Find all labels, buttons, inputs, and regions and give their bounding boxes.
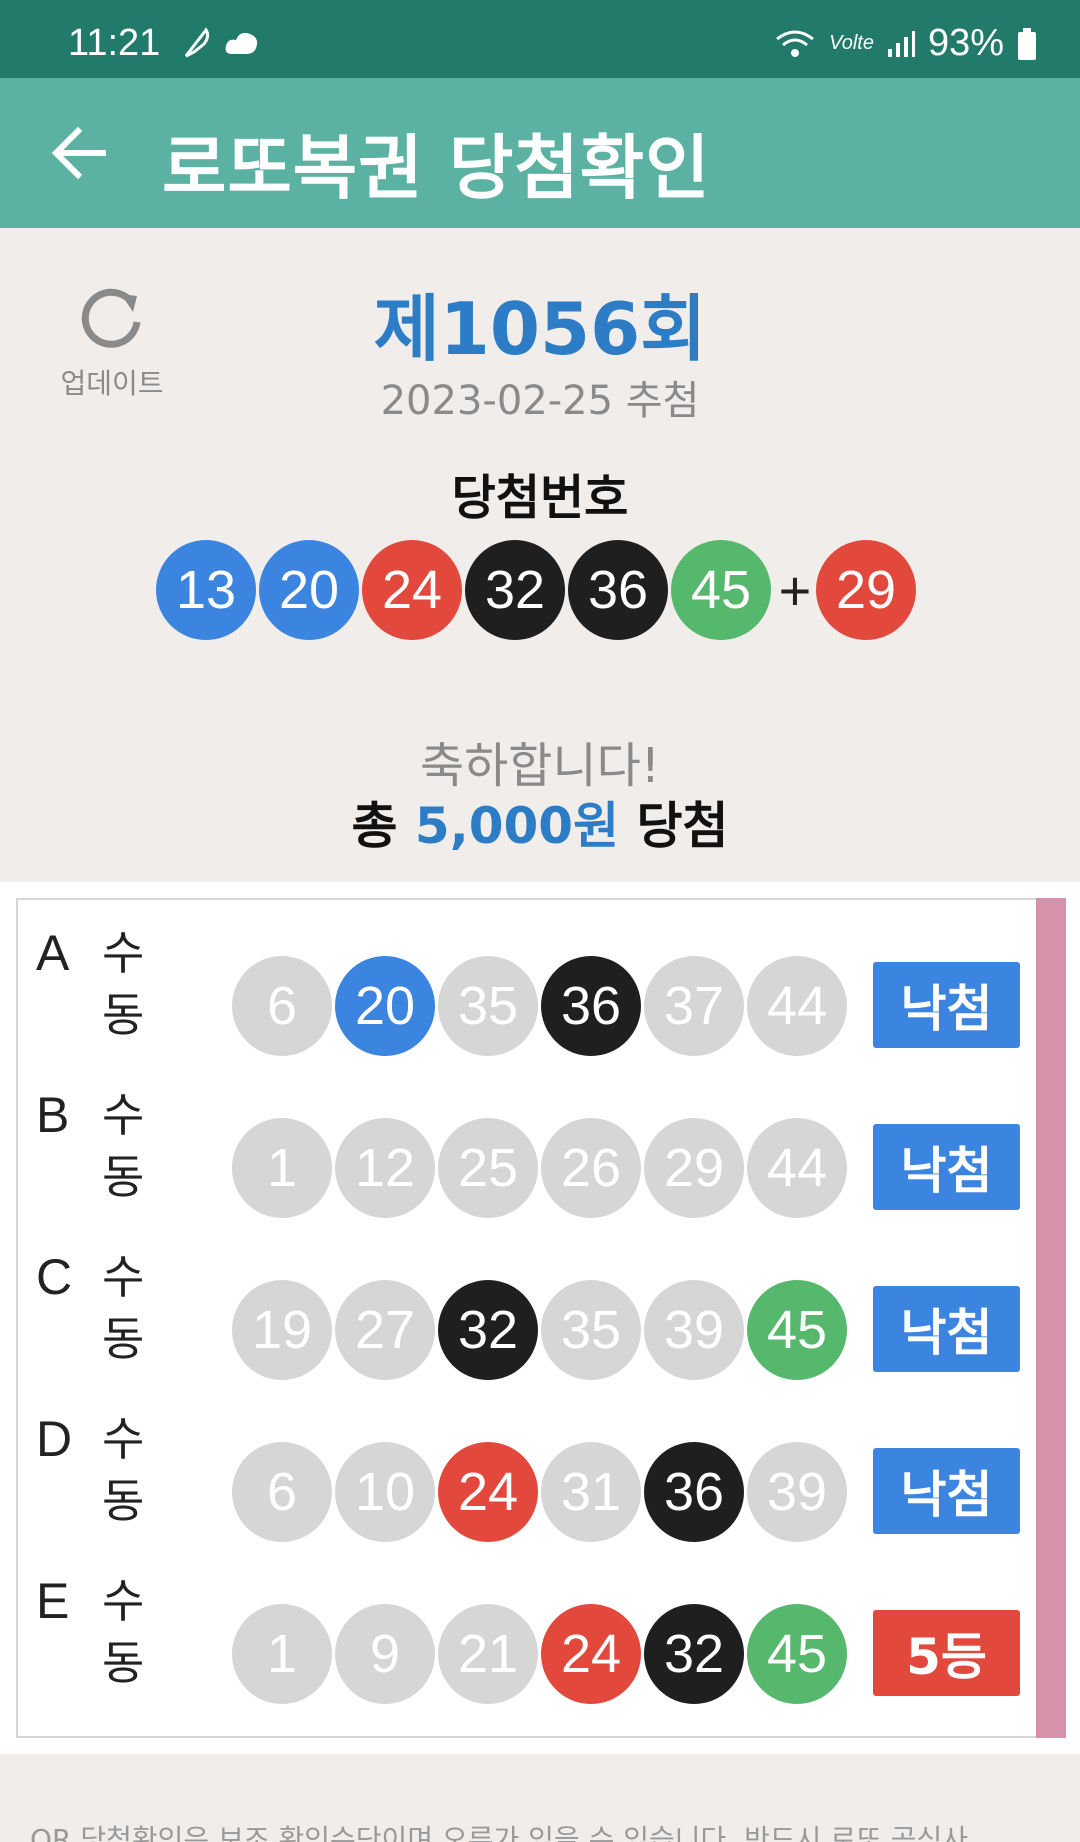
round-title: 제1056회	[373, 287, 707, 371]
ticket-ball: 1	[232, 1604, 332, 1704]
ticket-ball: 10	[335, 1442, 435, 1542]
result-badge[interactable]: 낙첨	[873, 1124, 1020, 1210]
feather-icon	[184, 27, 210, 58]
status-time: 11:21	[68, 22, 161, 64]
ticket-ball: 6	[232, 1442, 332, 1542]
ticket-numbers: 6 10 24 31 36 39	[232, 1442, 850, 1542]
ticket-letter: C	[36, 1249, 73, 1305]
ticket-row: C 수동 19 27 32 35 39 45 낙첨	[16, 1248, 1020, 1380]
ticket-row: A 수동 6 20 35 36 37 44 낙첨	[16, 924, 1020, 1056]
ticket-ball: 20	[335, 956, 435, 1056]
ticket-ball: 27	[335, 1280, 435, 1380]
ticket-ball: 24	[541, 1604, 641, 1704]
ticket-ball: 35	[541, 1280, 641, 1380]
winning-ball: 13	[156, 540, 256, 640]
ticket-ball: 24	[438, 1442, 538, 1542]
winning-numbers-label: 당첨번호	[451, 470, 629, 526]
ticket-ball: 39	[747, 1442, 847, 1542]
ticket-ball: 29	[644, 1118, 744, 1218]
winning-numbers: 13 20 24 32 36 45 + 29	[156, 540, 919, 640]
ticket-ball: 21	[438, 1604, 538, 1704]
total-suffix: 당첨	[636, 797, 729, 855]
ticket-ball: 36	[541, 956, 641, 1056]
ticket-ball: 26	[541, 1118, 641, 1218]
ticket-letter: E	[36, 1573, 70, 1629]
back-button[interactable]	[48, 123, 114, 183]
winning-ball: 20	[259, 540, 359, 640]
ticket-type: 수동	[102, 1412, 145, 1528]
signal-icon	[887, 30, 915, 57]
volte-indicator: Volte	[829, 32, 874, 54]
ticket-numbers: 1 12 25 26 29 44	[232, 1118, 850, 1218]
plus-sign: +	[778, 558, 812, 622]
ticket-type: 수동	[102, 926, 145, 1042]
bonus-ball: 29	[816, 540, 916, 640]
ticket-ball: 36	[644, 1442, 744, 1542]
winning-ball: 32	[465, 540, 565, 640]
battery-percent: 93%	[927, 22, 1004, 64]
result-badge[interactable]: 낙첨	[873, 962, 1020, 1048]
winning-ball: 36	[568, 540, 668, 640]
ticket-letter: A	[36, 925, 70, 981]
ticket-numbers: 1 9 21 24 32 45	[232, 1604, 850, 1704]
result-badge[interactable]: 5등	[873, 1610, 1020, 1696]
ticket-letter: B	[36, 1087, 70, 1143]
ticket-ball: 32	[438, 1280, 538, 1380]
ticket-row: D 수동 6 10 24 31 36 39 낙첨	[16, 1410, 1020, 1542]
ticket-ball: 32	[644, 1604, 744, 1704]
cloud-icon	[225, 32, 258, 54]
ticket-ball: 45	[747, 1604, 847, 1704]
ticket-ball: 12	[335, 1118, 435, 1218]
battery-icon	[1018, 27, 1036, 60]
ticket-ball: 37	[644, 956, 744, 1056]
arrow-left-icon	[51, 126, 106, 180]
page-title: 로또복권 당첨확인	[162, 127, 711, 209]
ticket-numbers: 6 20 35 36 37 44	[232, 956, 850, 1056]
footer-note: QR 당첨확인은 보조 확인수단이며 오류가 있을 수 있습니다. 반드시 로또…	[30, 1823, 968, 1842]
winning-ball: 45	[671, 540, 771, 640]
ticket-ball: 45	[747, 1280, 847, 1380]
total-amount: 5,000원	[414, 797, 620, 855]
ticket-ball: 1	[232, 1118, 332, 1218]
result-badge[interactable]: 낙첨	[873, 1448, 1020, 1534]
ticket-ball: 25	[438, 1118, 538, 1218]
ticket-row: E 수동 1 9 21 24 32 45 5등	[16, 1572, 1020, 1704]
ticket-ball: 44	[747, 956, 847, 1056]
status-bar: 11:21 Volte 93%	[0, 0, 1080, 78]
ticket-ball: 44	[747, 1118, 847, 1218]
ticket-ball: 6	[232, 956, 332, 1056]
ticket-ball: 9	[335, 1604, 435, 1704]
ticket-type: 수동	[102, 1574, 145, 1690]
status-right: Volte 93%	[773, 22, 1038, 65]
total-prefix: 총	[351, 797, 398, 855]
ticket-numbers: 19 27 32 35 39 45	[232, 1280, 850, 1380]
draw-date: 2023-02-25 추첨	[380, 378, 700, 424]
total-prize: 총 5,000원 당첨	[0, 786, 1080, 858]
ticket-ball: 35	[438, 956, 538, 1056]
notification-icons	[180, 26, 262, 60]
ticket-ball: 19	[232, 1280, 332, 1380]
app-bar: 로또복권 당첨확인	[0, 78, 1080, 228]
wifi-icon	[776, 30, 815, 57]
ticket-row: B 수동 1 12 25 26 29 44 낙첨	[16, 1086, 1020, 1218]
scroll-indicator[interactable]	[1036, 898, 1066, 1738]
ticket-ball: 39	[644, 1280, 744, 1380]
ticket-ball: 31	[541, 1442, 641, 1542]
result-badge[interactable]: 낙첨	[873, 1286, 1020, 1372]
winning-ball: 24	[362, 540, 462, 640]
ticket-letter: D	[36, 1411, 73, 1467]
ticket-type: 수동	[102, 1250, 145, 1366]
ticket-type: 수동	[102, 1088, 145, 1204]
